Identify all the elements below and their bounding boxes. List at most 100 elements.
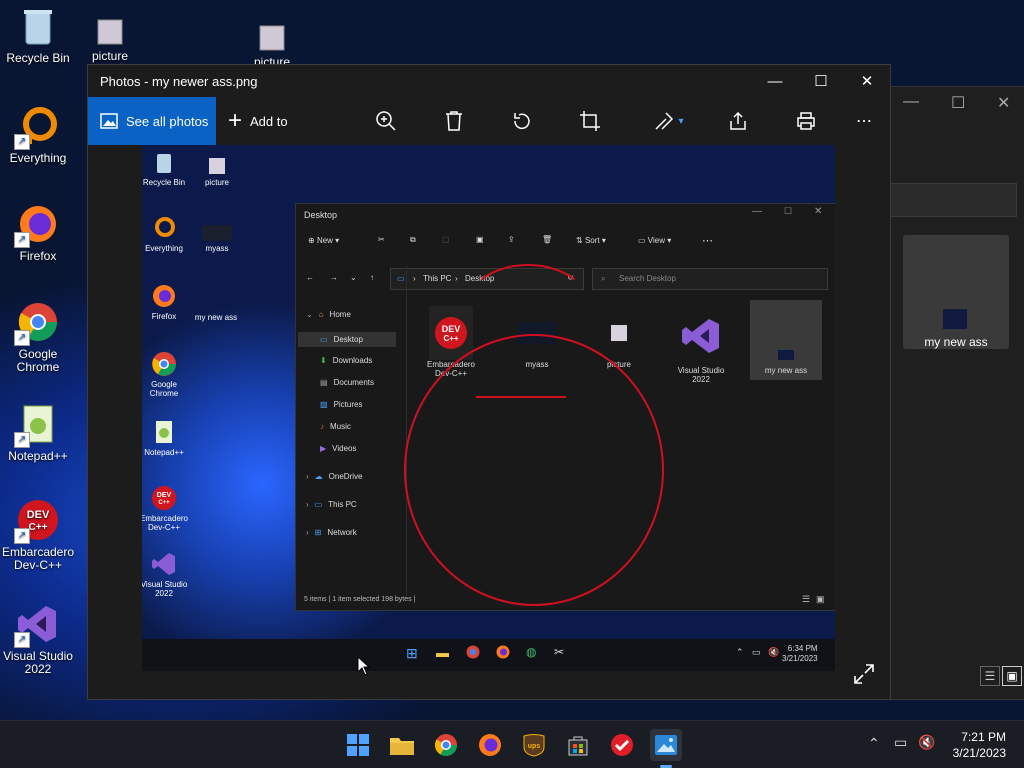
maximize-icon: ☐ <box>814 73 828 90</box>
globe-icon: ◍ <box>526 645 537 659</box>
file-explorer-icon: ▬ <box>436 645 449 660</box>
store-icon <box>568 736 588 756</box>
taskbar-chrome[interactable] <box>430 729 462 761</box>
notepadpp-icon: ↗ <box>14 402 60 448</box>
desktop-icon-visual-studio[interactable]: ↗ Visual Studio 2022 <box>0 602 76 676</box>
chevron-right-icon: › <box>306 472 309 481</box>
edit-dropdown-button[interactable]: ▾ <box>648 107 690 135</box>
firefox-icon <box>496 645 510 664</box>
tiles-view-icon[interactable]: ▣ <box>1002 666 1022 686</box>
document-icon: ▤ <box>320 378 328 387</box>
maximize-icon[interactable]: ☐ <box>951 93 965 113</box>
chrome-icon <box>466 645 480 664</box>
rotate-button[interactable] <box>508 107 536 135</box>
taskbar-file-explorer[interactable] <box>386 729 418 761</box>
download-icon: ⬇ <box>320 356 327 365</box>
file-tile-visual-studio: Visual Studio 2022 <box>670 306 732 384</box>
close-icon[interactable]: ✕ <box>997 93 1010 113</box>
chevron-right-icon: › <box>306 500 309 509</box>
close-button[interactable]: ✕ <box>844 69 890 95</box>
devcpp-icon: DEV C++ ↗ <box>14 498 60 544</box>
desktop-icon-chrome[interactable]: ↗ Google Chrome <box>0 300 76 374</box>
maximize-icon: ☐ <box>784 206 793 216</box>
network-icon[interactable]: ▭ <box>894 734 907 751</box>
minimize-icon: — <box>767 73 783 90</box>
image-file-icon <box>96 18 124 46</box>
desktop-icon-recycle-bin[interactable]: Recycle Bin <box>0 4 76 65</box>
taskbar-firefox[interactable] <box>474 729 506 761</box>
zoom-in-button[interactable] <box>372 107 400 135</box>
red-underline-annotation <box>476 396 566 398</box>
svg-text:DEV: DEV <box>157 492 172 499</box>
firefox-icon <box>151 283 177 309</box>
desktop-icon-picture-2[interactable]: picture <box>234 24 310 69</box>
mute-icon[interactable]: 🔇 <box>918 734 935 751</box>
firefox-icon <box>479 734 501 756</box>
edit-icon <box>655 112 674 130</box>
nav-item-videos: ▶ Videos <box>320 444 357 453</box>
network-icon: ▭ <box>752 647 761 657</box>
video-icon: ▶ <box>320 444 327 453</box>
nav-item-pictures: ▨ Pictures <box>320 400 363 409</box>
minimize-button[interactable]: — <box>752 69 798 95</box>
maximize-button[interactable]: ☐ <box>798 69 844 95</box>
taskbar-ups-app[interactable]: ups <box>518 729 550 761</box>
details-view-icon[interactable]: ☰ <box>980 666 1000 686</box>
title-bar[interactable]: Photos - my newer ass.png — ☐ ✕ <box>88 65 890 97</box>
inner-icon-everything: Everything <box>142 215 189 253</box>
checkmark-icon <box>611 734 633 756</box>
close-icon: ✕ <box>860 73 874 90</box>
delete-button[interactable] <box>440 107 468 135</box>
image-thumbnail <box>778 350 794 360</box>
file-thumbnail[interactable]: my new ass <box>903 235 1009 349</box>
expand-icon <box>854 664 874 684</box>
file-tile-my-new-ass-selected: my new ass <box>750 300 822 380</box>
details-view-icon: ☰ <box>802 594 811 604</box>
crop-icon <box>580 111 600 131</box>
cloud-icon: ☁ <box>314 472 323 481</box>
nav-item-downloads: ⬇ Downloads <box>320 356 373 365</box>
background-window[interactable]: — ☐ ✕ my new ass <box>888 86 1024 700</box>
taskbar-todo-app[interactable] <box>606 729 638 761</box>
desktop-icon-picture[interactable]: picture <box>72 18 148 63</box>
image-file-icon <box>208 157 226 175</box>
snipping-tool-icon: ✂ <box>554 645 565 659</box>
desktop-icon-notepadpp[interactable]: ↗ Notepad++ <box>0 402 76 463</box>
search-field: ⌕ Search Desktop <box>592 268 828 290</box>
desktop-icon-firefox[interactable]: ↗ Firefox <box>0 202 76 263</box>
see-all-photos-button[interactable]: See all photos <box>88 97 216 145</box>
nav-item-home: ⌄ ⌂ Home <box>306 310 351 319</box>
folder-icon <box>390 738 414 755</box>
nav-item-desktop: ▭ Desktop <box>298 332 396 347</box>
chevron-up-icon[interactable]: ⌃ <box>868 735 880 752</box>
share-button[interactable] <box>724 107 752 135</box>
print-button[interactable] <box>792 107 820 135</box>
svg-text:C++: C++ <box>29 522 48 533</box>
minimize-icon[interactable]: — <box>903 93 919 111</box>
address-bar[interactable] <box>889 183 1017 217</box>
svg-text:DEV: DEV <box>442 324 461 334</box>
desktop-icon-devcpp[interactable]: DEV C++ ↗ Embarcadero Dev-C++ <box>0 498 76 572</box>
more-options-button[interactable]: ⋯ <box>850 107 878 135</box>
share-icon: ⇪ <box>508 235 515 244</box>
notepadpp-icon <box>151 419 177 445</box>
inner-icon-myass: myass <box>192 225 242 253</box>
more-icon: ⋯ <box>702 235 713 247</box>
add-to-button[interactable]: + Add to <box>228 97 288 145</box>
start-button[interactable] <box>342 729 374 761</box>
photos-window[interactable]: Photos - my newer ass.png — ☐ ✕ See all … <box>87 64 891 700</box>
desktop-icon-everything[interactable]: ↗ Everything <box>0 104 76 165</box>
fullscreen-button[interactable] <box>853 663 875 685</box>
taskbar-photos[interactable] <box>650 729 682 761</box>
mute-icon: 🔇 <box>768 647 780 657</box>
plus-icon: + <box>228 107 243 134</box>
everything-icon <box>151 215 177 241</box>
taskbar-store[interactable] <box>562 729 594 761</box>
inner-icon-chrome: Google Chrome <box>142 351 189 398</box>
chevron-right-icon: › <box>306 528 309 537</box>
navigation-pane: ⌄ ⌂ Home ▭ Desktop ⬇ Downloads ▤ Documents ▨ P… <box>296 266 407 596</box>
visual-studio-icon: ↗ <box>14 602 60 648</box>
clock[interactable]: 7:21 PM 3/21/2023 <box>953 729 1006 761</box>
crop-button[interactable] <box>576 107 604 135</box>
home-icon: ⌂ <box>318 310 324 319</box>
